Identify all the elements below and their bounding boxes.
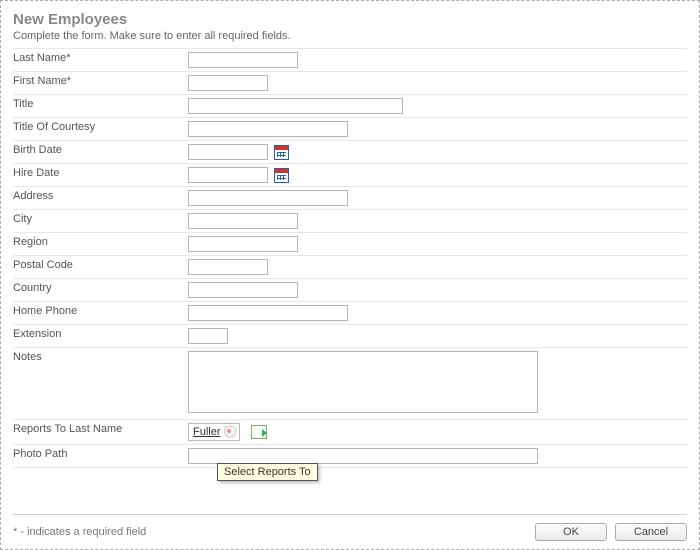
title-input[interactable] <box>188 98 403 114</box>
row-title: Title <box>13 95 687 118</box>
reports-to-text: Fuller <box>193 426 221 438</box>
extension-input[interactable] <box>188 328 228 344</box>
reports-to-value[interactable]: Fuller <box>188 423 240 441</box>
label-extension: Extension <box>13 328 61 340</box>
country-input[interactable] <box>188 282 298 298</box>
row-reports-to: Reports To Last Name Fuller <box>13 420 687 445</box>
row-last-name: Last Name* <box>13 49 687 72</box>
row-address: Address <box>13 187 687 210</box>
row-postal-code: Postal Code <box>13 256 687 279</box>
label-title: Title <box>13 98 33 110</box>
label-notes: Notes <box>13 351 42 363</box>
row-city: City <box>13 210 687 233</box>
row-region: Region <box>13 233 687 256</box>
label-hire-date: Hire Date <box>13 167 59 179</box>
last-name-input[interactable] <box>188 52 298 68</box>
label-postal-code: Postal Code <box>13 259 73 271</box>
label-country: Country <box>13 282 52 294</box>
page-title: New Employees <box>13 11 687 28</box>
row-country: Country <box>13 279 687 302</box>
notes-textarea[interactable] <box>188 351 538 413</box>
label-reports-to: Reports To Last Name <box>13 423 122 435</box>
row-birth-date: Birth Date <box>13 141 687 164</box>
row-title-of-courtesy: Title Of Courtesy <box>13 118 687 141</box>
cancel-button[interactable]: Cancel <box>615 523 687 541</box>
region-input[interactable] <box>188 236 298 252</box>
row-photo-path: Photo Path <box>13 445 687 468</box>
form-table: Last Name* First Name* Title Title Of Co… <box>13 48 687 468</box>
first-name-input[interactable] <box>188 75 268 91</box>
address-input[interactable] <box>188 190 348 206</box>
label-address: Address <box>13 190 53 202</box>
label-region: Region <box>13 236 48 248</box>
label-last-name: Last Name <box>13 52 66 64</box>
home-phone-input[interactable] <box>188 305 348 321</box>
page-instruction: Complete the form. Make sure to enter al… <box>13 30 687 42</box>
form-panel: New Employees Complete the form. Make su… <box>0 0 700 550</box>
eraser-icon[interactable] <box>224 426 236 438</box>
city-input[interactable] <box>188 213 298 229</box>
label-photo-path: Photo Path <box>13 448 67 460</box>
label-home-phone: Home Phone <box>13 305 77 317</box>
calendar-icon[interactable] <box>274 168 289 183</box>
row-home-phone: Home Phone <box>13 302 687 325</box>
row-notes: Notes <box>13 348 687 420</box>
footer: * - indicates a required field OK Cancel <box>13 514 687 541</box>
ok-button[interactable]: OK <box>535 523 607 541</box>
label-city: City <box>13 213 32 225</box>
tooltip-reports-to: Select Reports To <box>217 463 318 481</box>
calendar-icon[interactable] <box>274 145 289 160</box>
row-extension: Extension <box>13 325 687 348</box>
label-title-of-courtesy: Title Of Courtesy <box>13 121 95 133</box>
lookup-icon[interactable] <box>251 425 267 439</box>
title-of-courtesy-input[interactable] <box>188 121 348 137</box>
row-hire-date: Hire Date <box>13 164 687 187</box>
label-first-name: First Name <box>13 75 67 87</box>
label-birth-date: Birth Date <box>13 144 62 156</box>
required-mark: * <box>66 52 70 64</box>
required-mark: * <box>67 75 71 87</box>
postal-code-input[interactable] <box>188 259 268 275</box>
photo-path-input[interactable] <box>188 448 538 464</box>
birth-date-input[interactable] <box>188 144 268 160</box>
required-footnote: * - indicates a required field <box>13 526 527 538</box>
row-first-name: First Name* <box>13 72 687 95</box>
hire-date-input[interactable] <box>188 167 268 183</box>
